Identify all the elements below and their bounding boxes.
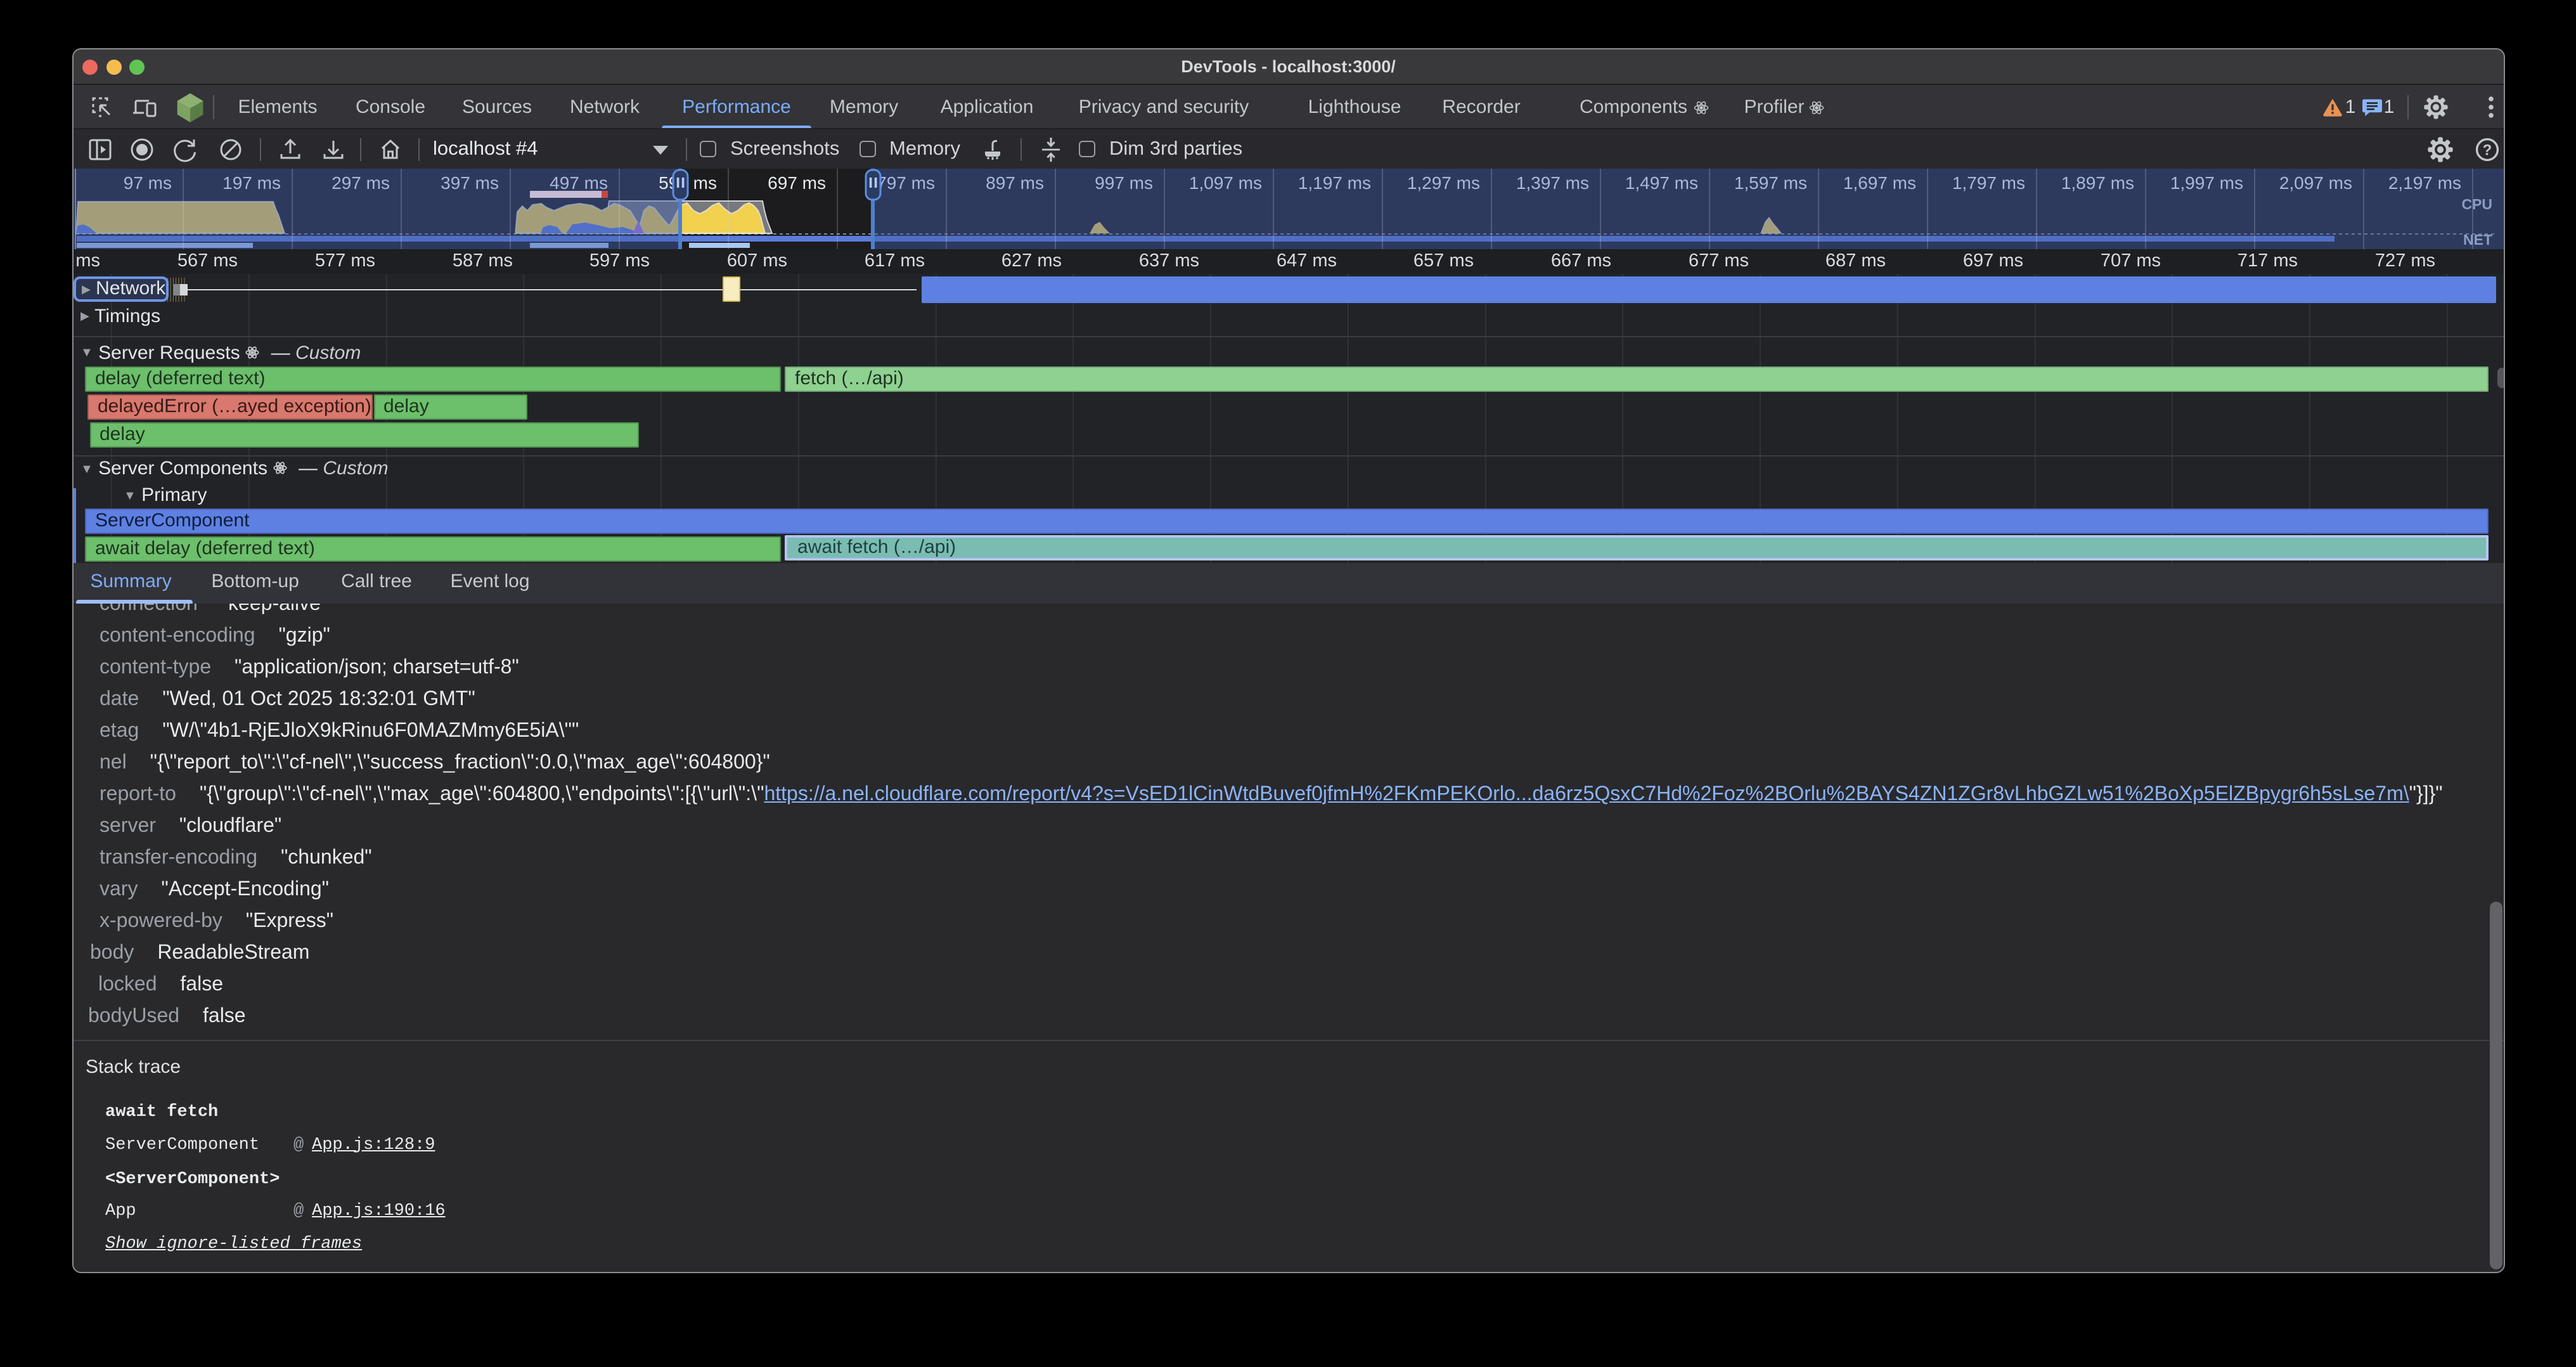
svg-text:?: ? bbox=[2482, 141, 2492, 159]
